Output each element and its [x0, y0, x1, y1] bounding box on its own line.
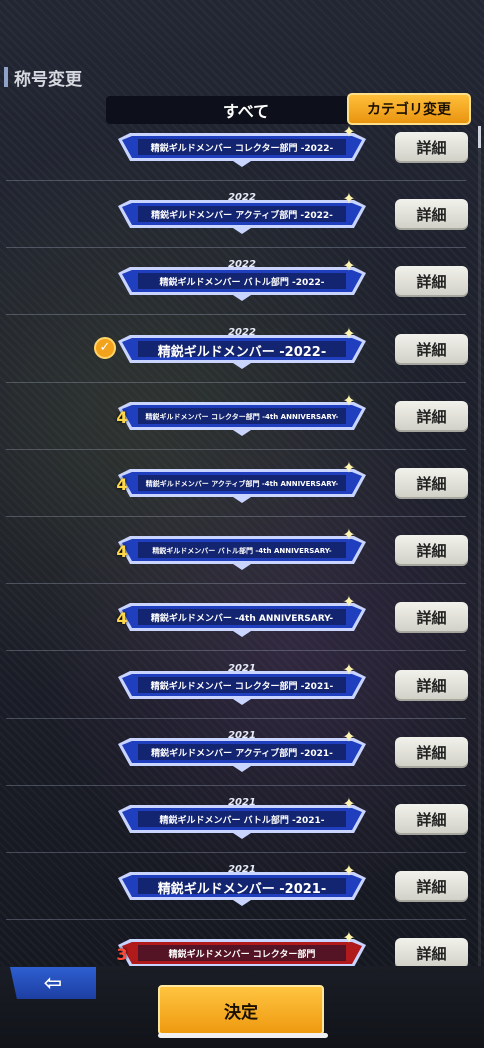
- sparkle-icon: ✦: [342, 525, 356, 545]
- title-row[interactable]: ✓ 2022 精鋭ギルドメンバー -2022- ✦ 詳細: [0, 316, 484, 383]
- sparkle-icon: ✦: [342, 256, 356, 276]
- sparkle-icon: ✦: [342, 189, 356, 209]
- title-accent-bar: [4, 67, 8, 87]
- sparkle-icon: ✦: [342, 726, 356, 746]
- page-title: 称号変更: [4, 66, 82, 90]
- title-row[interactable]: 2022 精鋭ギルドメンバー アクティブ部門 -2022- ✦ 詳細: [0, 181, 484, 249]
- category-change-button[interactable]: カテゴリ変更: [347, 93, 471, 125]
- title-year-label: 2022: [228, 259, 256, 271]
- sparkle-icon: ✦: [342, 592, 356, 612]
- title-row[interactable]: 精鋭ギルドメンバー コレクター部門 -2022- ✦ 詳細: [0, 126, 484, 181]
- title-year-label: 2021: [228, 864, 256, 876]
- title-plate[interactable]: 2022 精鋭ギルドメンバー バトル部門 -2022- ✦: [118, 257, 366, 302]
- title-text: 精鋭ギルドメンバー -2022-: [157, 344, 327, 360]
- detail-button[interactable]: 詳細: [395, 468, 468, 499]
- arrow-left-icon: ⇦: [43, 970, 63, 996]
- anniversary-badge-icon: 4: [116, 542, 128, 562]
- sparkle-icon: ✦: [342, 390, 356, 410]
- detail-button[interactable]: 詳細: [395, 938, 468, 966]
- title-year-label: 2021: [228, 662, 256, 674]
- title-plate[interactable]: 精鋭ギルドメンバー コレクター部門 -4th ANNIVERSARY- ✦ 4: [116, 391, 366, 436]
- sparkle-icon: ✦: [342, 861, 356, 881]
- detail-button[interactable]: 詳細: [395, 199, 468, 231]
- back-button[interactable]: ⇦: [10, 967, 96, 999]
- title-plate[interactable]: 2021 精鋭ギルドメンバー バトル部門 -2021- ✦: [118, 795, 366, 839]
- title-text: 精鋭ギルドメンバー コレクター部門 -2022-: [150, 144, 334, 154]
- sparkle-icon: ✦: [342, 794, 356, 813]
- title-row[interactable]: 精鋭ギルドメンバー バトル部門 -4th ANNIVERSARY- ✦ 4 詳細: [0, 517, 484, 585]
- title-text: 精鋭ギルドメンバー -4th ANNIVERSARY-: [150, 614, 334, 625]
- title-plate[interactable]: 2021 精鋭ギルドメンバー -2021- ✦: [118, 862, 366, 907]
- scrollbar-track[interactable]: [478, 126, 481, 966]
- title-text: 精鋭ギルドメンバー バトル部門 -2022-: [159, 278, 325, 289]
- title-text: 精鋭ギルドメンバー バトル部門 -4th ANNIVERSARY-: [152, 547, 332, 556]
- title-text: 精鋭ギルドメンバー コレクター部門 -4th ANNIVERSARY-: [145, 412, 339, 421]
- sparkle-icon: ✦: [342, 928, 356, 948]
- detail-button[interactable]: 詳細: [395, 736, 468, 768]
- detail-button[interactable]: 詳細: [395, 871, 468, 903]
- title-plate[interactable]: 精鋭ギルドメンバー コレクター部門 -2022- ✦: [118, 126, 366, 167]
- detail-button[interactable]: 詳細: [395, 669, 468, 701]
- title-year-label: 2022: [228, 326, 256, 338]
- title-row[interactable]: 精鋭ギルドメンバー -4th ANNIVERSARY- ✦ 4 詳細: [0, 584, 484, 652]
- title-text: 精鋭ギルドメンバー アクティブ部門 -4th ANNIVERSARY-: [145, 480, 339, 488]
- detail-button[interactable]: 詳細: [395, 333, 468, 365]
- sparkle-icon: ✦: [342, 323, 356, 343]
- detail-button[interactable]: 詳細: [395, 132, 468, 163]
- sparkle-icon: ✦: [342, 126, 356, 141]
- title-plate[interactable]: 精鋭ギルドメンバー アクティブ部門 -4th ANNIVERSARY- ✦ 4: [116, 459, 366, 503]
- title-row[interactable]: 2021 精鋭ギルドメンバー コレクター部門 -2021- ✦ 詳細: [0, 652, 484, 719]
- title-text: 精鋭ギルドメンバー コレクター部門: [168, 950, 316, 961]
- title-plate[interactable]: 精鋭ギルドメンバー コレクター部門 ✦ 3: [116, 929, 366, 966]
- anniversary-badge-icon: 4: [116, 609, 128, 629]
- title-text: 精鋭ギルドメンバー バトル部門 -2021-: [159, 816, 325, 826]
- filter-label: すべて: [222, 102, 270, 121]
- title-year-label: 2021: [228, 797, 256, 808]
- home-indicator[interactable]: [158, 1033, 328, 1038]
- page-title-text: 称号変更: [14, 69, 82, 90]
- selected-check-icon: ✓: [94, 336, 116, 359]
- title-text: 精鋭ギルドメンバー アクティブ部門 -2022-: [151, 211, 333, 222]
- title-year-label: 2021: [228, 729, 256, 741]
- title-text: 精鋭ギルドメンバー -2021-: [157, 882, 327, 898]
- title-plate[interactable]: 2021 精鋭ギルドメンバー コレクター部門 -2021- ✦: [118, 660, 366, 705]
- detail-button[interactable]: 詳細: [395, 804, 468, 835]
- anniversary-badge-icon: 4: [116, 407, 128, 427]
- title-plate[interactable]: 2022 精鋭ギルドメンバー アクティブ部門 -2022- ✦: [118, 190, 366, 235]
- title-row[interactable]: 精鋭ギルドメンバー コレクター部門 -4th ANNIVERSARY- ✦ 4 詳細: [0, 383, 484, 450]
- decide-button[interactable]: 決定: [158, 985, 324, 1035]
- detail-button[interactable]: 詳細: [395, 602, 468, 634]
- sparkle-icon: ✦: [342, 659, 356, 679]
- title-text: 精鋭ギルドメンバー アクティブ部門 -2021-: [151, 748, 333, 759]
- title-plate[interactable]: 2021 精鋭ギルドメンバー アクティブ部門 -2021- ✦: [118, 727, 366, 772]
- title-row[interactable]: 精鋭ギルドメンバー アクティブ部門 -4th ANNIVERSARY- ✦ 4 詳細: [0, 450, 484, 517]
- detail-button[interactable]: 詳細: [395, 400, 468, 432]
- title-text: 精鋭ギルドメンバー コレクター部門 -2021-: [150, 681, 334, 692]
- detail-button[interactable]: 詳細: [395, 535, 468, 567]
- anniversary-badge-icon: 4: [116, 475, 128, 494]
- title-plate[interactable]: 精鋭ギルドメンバー バトル部門 -4th ANNIVERSARY- ✦ 4: [116, 526, 366, 571]
- title-row[interactable]: 精鋭ギルドメンバー コレクター部門 ✦ 3 詳細: [0, 920, 484, 966]
- detail-button[interactable]: 詳細: [395, 266, 468, 298]
- sparkle-icon: ✦: [342, 458, 356, 477]
- title-year-label: 2022: [228, 192, 256, 204]
- title-plate[interactable]: 2022 精鋭ギルドメンバー -2022- ✦: [118, 324, 366, 369]
- title-row[interactable]: 2021 精鋭ギルドメンバー バトル部門 -2021- ✦ 詳細: [0, 786, 484, 853]
- title-plate[interactable]: 精鋭ギルドメンバー -4th ANNIVERSARY- ✦ 4: [116, 593, 366, 638]
- title-row[interactable]: 2022 精鋭ギルドメンバー バトル部門 -2022- ✦ 詳細: [0, 248, 484, 316]
- title-row[interactable]: 2021 精鋭ギルドメンバー アクティブ部門 -2021- ✦ 詳細: [0, 719, 484, 786]
- scrollbar-thumb[interactable]: [478, 126, 481, 148]
- title-list[interactable]: 精鋭ギルドメンバー コレクター部門 -2022- ✦ 詳細 2022 精鋭ギルドメンバー…: [0, 126, 484, 966]
- title-row[interactable]: 2021 精鋭ギルドメンバー -2021- ✦ 詳細: [0, 853, 484, 921]
- anniversary-badge-icon: 3: [116, 945, 128, 965]
